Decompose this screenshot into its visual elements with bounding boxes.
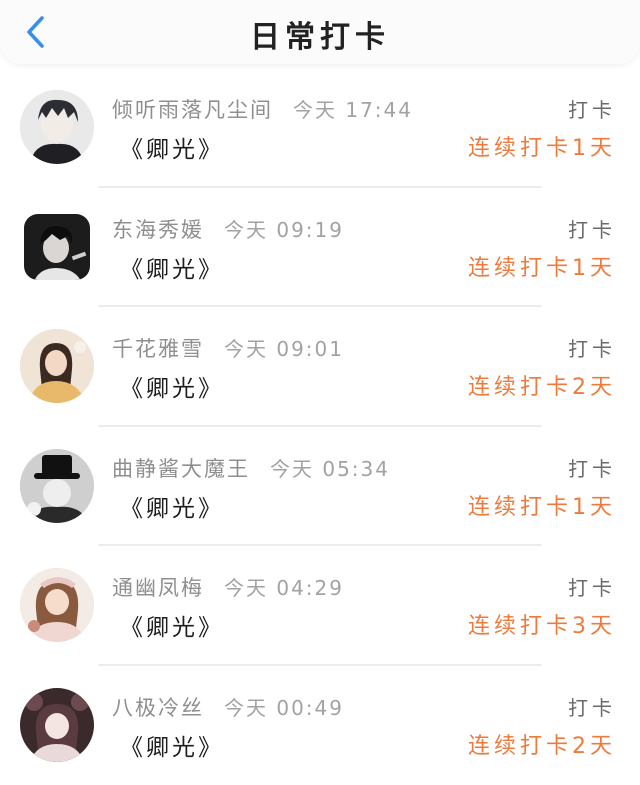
user-meta: 通幽凤梅今天 04:29 [112,572,344,602]
username[interactable]: 倾听雨落凡尘间 [112,98,273,122]
username[interactable]: 八极冷丝 [112,696,204,720]
checkin-label: 打卡 [568,692,616,721]
username[interactable]: 千花雅雪 [112,337,204,361]
checkin-label: 打卡 [568,453,616,482]
book-title[interactable]: 《卿光》 [120,489,224,523]
page-title: 日常打卡 [0,12,640,56]
user-meta: 八极冷丝今天 00:49 [112,692,344,722]
book-title[interactable]: 《卿光》 [120,728,224,762]
list-item[interactable]: 千花雅雪今天 09:01 《卿光》 打卡 连续打卡2天 [0,307,640,427]
streak-badge: 连续打卡1天 [468,130,616,162]
avatar[interactable] [24,214,90,280]
avatar[interactable] [20,329,94,403]
timestamp: 今天 09:01 [224,337,344,361]
timestamp: 今天 17:44 [293,98,413,122]
avatar[interactable] [20,449,94,523]
timestamp: 今天 00:49 [224,696,344,720]
streak-badge: 连续打卡1天 [468,250,616,282]
list-item[interactable]: 通幽凤梅今天 04:29 《卿光》 打卡 连续打卡3天 [0,546,640,666]
checkin-label: 打卡 [568,94,616,123]
checkin-label: 打卡 [568,572,616,601]
header-bar: 日常打卡 [0,0,640,64]
list-item[interactable]: 曲静酱大魔王今天 05:34 《卿光》 打卡 连续打卡1天 [0,427,640,547]
username[interactable]: 东海秀媛 [112,218,204,242]
book-title[interactable]: 《卿光》 [120,369,224,403]
streak-badge: 连续打卡3天 [468,608,616,640]
list-item[interactable]: 八极冷丝今天 00:49 《卿光》 打卡 连续打卡2天 [0,666,640,785]
avatar[interactable] [20,568,94,642]
timestamp: 今天 04:29 [224,576,344,600]
streak-badge: 连续打卡1天 [468,489,616,521]
checkin-list: 倾听雨落凡尘间今天 17:44 《卿光》 打卡 连续打卡1天 东海秀媛今天 09… [0,68,640,785]
streak-badge: 连续打卡2天 [468,728,616,760]
streak-badge: 连续打卡2天 [468,369,616,401]
avatar[interactable] [20,90,94,164]
username[interactable]: 通幽凤梅 [112,576,204,600]
book-title[interactable]: 《卿光》 [120,130,224,164]
user-meta: 千花雅雪今天 09:01 [112,333,344,363]
book-title[interactable]: 《卿光》 [120,608,224,642]
user-meta: 东海秀媛今天 09:19 [112,214,344,244]
book-title[interactable]: 《卿光》 [120,250,224,284]
checkin-label: 打卡 [568,333,616,362]
list-item[interactable]: 倾听雨落凡尘间今天 17:44 《卿光》 打卡 连续打卡1天 [0,68,640,188]
user-meta: 倾听雨落凡尘间今天 17:44 [112,94,413,124]
timestamp: 今天 05:34 [270,457,390,481]
user-meta: 曲静酱大魔王今天 05:34 [112,453,390,483]
username[interactable]: 曲静酱大魔王 [112,457,250,481]
list-item[interactable]: 东海秀媛今天 09:19 《卿光》 打卡 连续打卡1天 [0,188,640,308]
checkin-label: 打卡 [568,214,616,243]
avatar[interactable] [20,688,94,762]
timestamp: 今天 09:19 [224,218,344,242]
